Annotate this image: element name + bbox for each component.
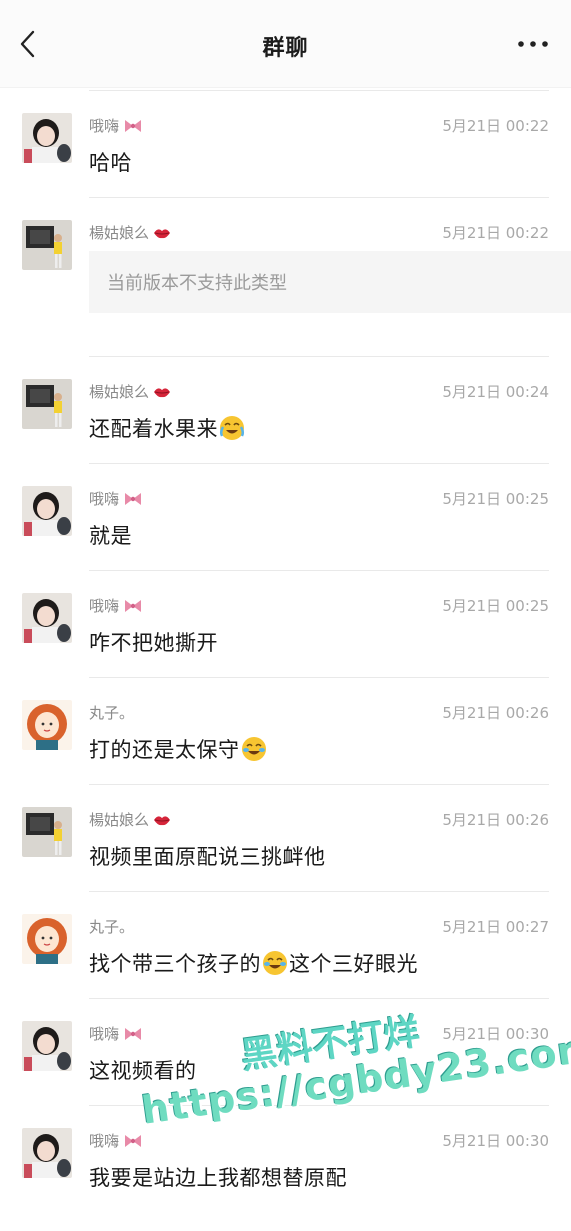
sender-name: 哦嗨 [89,488,143,509]
message-text[interactable]: 还配着水果来 [89,413,246,443]
avatar[interactable] [22,486,72,536]
message-text[interactable]: 咋不把她撕开 [89,627,218,657]
bow-icon [125,1134,142,1147]
message-time: 5月21日 00:22 [442,117,549,135]
avatar[interactable] [22,700,72,750]
sender-name: 丸子。 [89,704,135,722]
scene-avatar-icon [22,807,72,857]
message-time: 5月21日 00:25 [442,490,549,508]
girl-avatar-icon [22,1128,72,1178]
sender-name: 哦嗨 [89,1023,143,1044]
message-time: 5月21日 00:22 [442,224,549,242]
bow-icon [125,492,142,505]
message-time: 5月21日 00:24 [442,383,549,401]
avatar[interactable] [22,1128,72,1178]
avatar[interactable] [22,379,72,429]
message-item: 丸子。 5月21日 00:26 打的还是太保守 [22,677,549,784]
message-text[interactable]: 我要是站边上我都想替原配 [89,1162,347,1192]
message-time: 5月21日 00:30 [442,1025,549,1043]
lips-icon [154,815,171,825]
message-item: 楊姑娘么 5月21日 00:26 视频里面原配说三挑衅他 [22,784,549,891]
avatar[interactable] [22,593,72,643]
cartoon-avatar-icon [22,700,72,750]
nav-bar: 群聊 [0,0,571,88]
avatar[interactable] [22,1021,72,1071]
avatar[interactable] [22,113,72,163]
message-text[interactable]: 找个带三个孩子的 这个三好眼光 [89,948,418,978]
bow-icon [125,599,142,612]
message-item: 哦嗨 5月21日 00:25 就是 [22,463,549,570]
girl-avatar-icon [22,1021,72,1071]
sender-name: 哦嗨 [89,115,143,136]
message-list: 哦嗨 5月21日 00:22 哈哈 楊姑娘么 5月21日 00:22 当前版本不… [0,90,571,1212]
sender-name: 哦嗨 [89,595,143,616]
message-text[interactable]: 视频里面原配说三挑衅他 [89,841,326,871]
more-button[interactable] [517,34,549,54]
message-item: 哦嗨 5月21日 00:22 哈哈 [22,90,549,197]
sender-name: 哦嗨 [89,1130,143,1151]
tears-of-joy-emoji-icon [241,737,266,761]
lips-icon [154,228,171,238]
message-item: 丸子。 5月21日 00:27 找个带三个孩子的 这个三好眼光 [22,891,549,998]
bow-icon [125,1027,142,1040]
message-item: 楊姑娘么 5月21日 00:24 还配着水果来 [22,356,549,463]
message-text[interactable]: 这视频看的 [89,1055,197,1085]
message-time: 5月21日 00:27 [442,918,549,936]
message-text[interactable]: 哈哈 [89,147,132,177]
lips-icon [154,387,171,397]
message-item: 楊姑娘么 5月21日 00:22 当前版本不支持此类型 [22,197,571,356]
message-text[interactable]: 就是 [89,520,132,550]
scene-avatar-icon [22,379,72,429]
message-item: 哦嗨 5月21日 00:30 我要是站边上我都想替原配 [22,1105,549,1212]
message-time: 5月21日 00:26 [442,704,549,722]
avatar[interactable] [22,807,72,857]
bow-icon [125,119,142,132]
avatar[interactable] [22,914,72,964]
unsupported-message-box[interactable]: 当前版本不支持此类型 [89,251,571,313]
girl-avatar-icon [22,593,72,643]
girl-avatar-icon [22,486,72,536]
scene-avatar-icon [22,220,72,270]
message-time: 5月21日 00:30 [442,1132,549,1150]
message-item: 哦嗨 5月21日 00:30 这视频看的 [22,998,549,1105]
message-time: 5月21日 00:26 [442,811,549,829]
tears-of-joy-emoji-icon [263,951,287,975]
message-text[interactable]: 打的还是太保守 [89,734,268,764]
sender-name: 丸子。 [89,918,135,936]
page-title: 群聊 [262,36,309,61]
ellipsis-icon [518,41,548,47]
cartoon-avatar-icon [22,914,72,964]
message-time: 5月21日 00:25 [442,597,549,615]
avatar[interactable] [22,220,72,270]
sender-name: 楊姑娘么 [89,381,171,402]
girl-avatar-icon [22,113,72,163]
message-item: 哦嗨 5月21日 00:25 咋不把她撕开 [22,570,549,677]
sender-name: 楊姑娘么 [89,809,171,830]
crying-laugh-emoji-icon [219,416,245,440]
sender-name: 楊姑娘么 [89,222,171,243]
